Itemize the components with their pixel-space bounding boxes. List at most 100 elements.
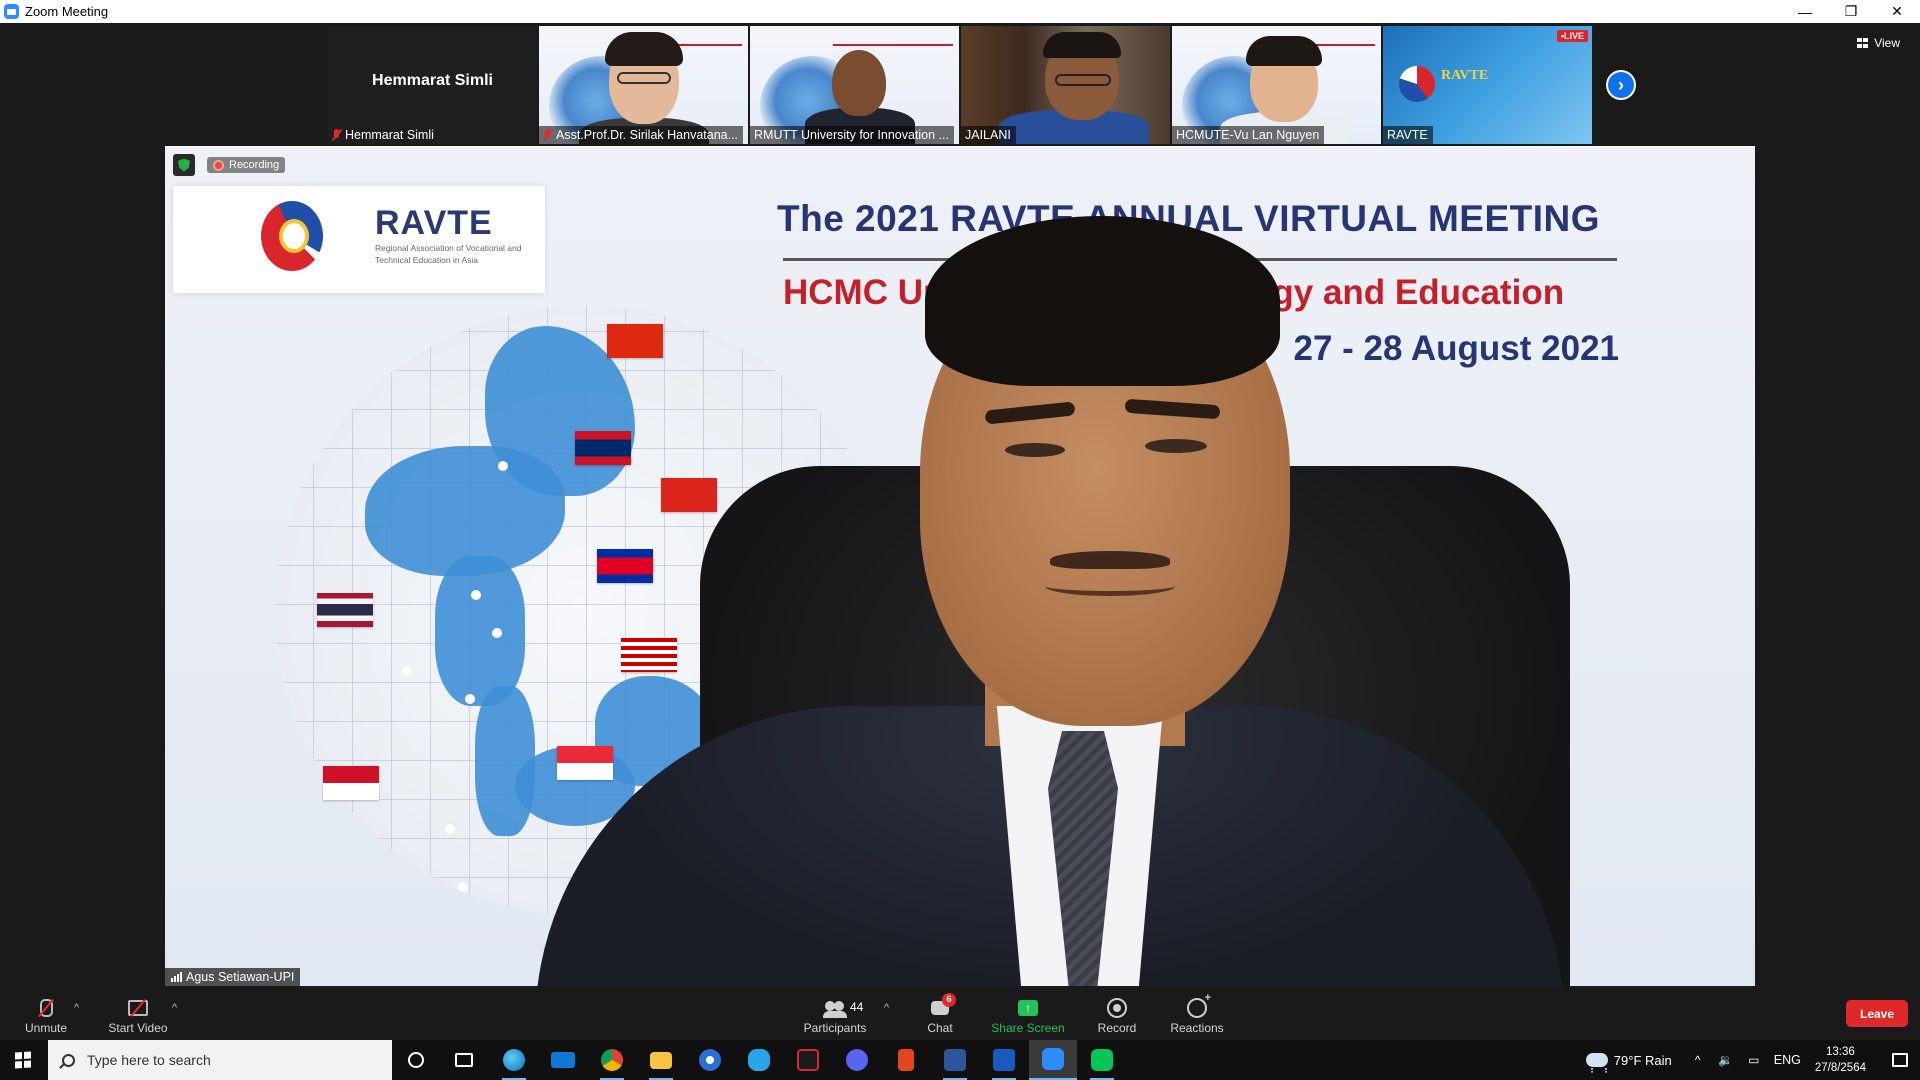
task-view-button[interactable]: [440, 1040, 488, 1080]
taskbar-app-discord[interactable]: [833, 1040, 881, 1080]
restore-button[interactable]: ❐: [1828, 0, 1874, 23]
person-hair: [605, 32, 683, 66]
taskbar-app-explorer[interactable]: [637, 1040, 685, 1080]
close-button[interactable]: ✕: [1874, 0, 1920, 23]
meeting-controls-bar: Unmute ^ Start Video ^ 44 Participants ^…: [0, 990, 1920, 1042]
window-controls: — ❐ ✕: [1782, 0, 1920, 23]
language-indicator[interactable]: ENG: [1774, 1053, 1801, 1067]
view-label: View: [1874, 36, 1900, 50]
participant-center-name: Hemmarat Simli: [372, 72, 493, 89]
banner-graphic: [833, 30, 953, 46]
speaker-moustache: [1050, 551, 1170, 569]
active-speaker-video[interactable]: RAVTE Regional Association of Vocational…: [165, 146, 1755, 986]
volume-icon[interactable]: 🔉: [1718, 1053, 1734, 1067]
taskbar-app-connect[interactable]: [686, 1040, 734, 1080]
game-icon: [797, 1049, 819, 1071]
speaker-name: Agus Setiawan-UPI: [186, 970, 295, 984]
flag-vietnam: [661, 478, 717, 512]
encryption-shield-icon[interactable]: [173, 154, 195, 176]
edge-icon: [503, 1049, 525, 1071]
participant-tile[interactable]: Hemmarat Simli Hemmarat Simli: [328, 26, 537, 144]
chat-label: Chat: [927, 1020, 953, 1035]
taskbar-search[interactable]: Type here to search: [48, 1040, 392, 1080]
share-screen-button[interactable]: Share Screen: [990, 990, 1066, 1042]
flag-laos: [575, 431, 631, 465]
clock-date: 27/8/2564: [1814, 1062, 1866, 1074]
window-title: Zoom Meeting: [25, 4, 109, 19]
participant-label: HCMUTE-Vu Lan Nguyen: [1172, 126, 1325, 144]
meeting-area: Hemmarat Simli Hemmarat Simli Asst.Prof.…: [0, 23, 1920, 990]
unmute-label: Unmute: [24, 1020, 68, 1035]
start-button[interactable]: [0, 1040, 46, 1080]
participant-tile[interactable]: HCMUTE-Vu Lan Nguyen: [1172, 26, 1381, 144]
participant-tile[interactable]: •LIVE RAVTE RAVTE: [1383, 26, 1592, 144]
ravte-logo-icon: [1399, 66, 1435, 102]
participant-label: RAVTE: [1383, 126, 1433, 144]
recording-indicator[interactable]: Recording: [207, 157, 286, 173]
tray-overflow-caret[interactable]: ^: [1690, 1053, 1706, 1067]
chrome-icon: [601, 1049, 623, 1071]
participants-count: 44: [850, 999, 864, 1014]
participant-tile[interactable]: Asst.Prof.Dr. Sirilak Hanvatana...: [539, 26, 748, 144]
task-view-icon: [455, 1053, 473, 1067]
chat-button[interactable]: 6 Chat: [920, 990, 960, 1042]
taskbar-app-edge[interactable]: [490, 1040, 538, 1080]
record-button[interactable]: Record: [1094, 990, 1140, 1042]
participant-label: JAILANI: [961, 126, 1016, 144]
taskbar-app-zoom[interactable]: [1029, 1040, 1077, 1080]
taskbar-clock[interactable]: 13:36 27/8/2564: [1815, 1044, 1866, 1076]
audio-options-caret[interactable]: ^: [74, 1002, 79, 1014]
folder-icon: [650, 1051, 672, 1069]
video-options-caret[interactable]: ^: [172, 1002, 177, 1014]
weather-rain-icon[interactable]: [1585, 1053, 1608, 1073]
video-off-icon: [126, 998, 150, 1018]
taskbar-app-word-2[interactable]: [980, 1040, 1028, 1080]
windows-logo-icon: [15, 1051, 31, 1069]
chat-bubble-icon: [748, 1049, 770, 1071]
start-video-label: Start Video: [108, 1020, 168, 1035]
zoom-app-icon: [4, 4, 19, 19]
glasses-graphic: [617, 72, 671, 84]
participants-button[interactable]: 44 Participants: [800, 990, 870, 1042]
chat-icon: 6: [928, 992, 956, 1018]
windows-taskbar: Type here to search 79°F Rain ^ 🔉 ▭ ENG …: [0, 1040, 1920, 1080]
taskbar-app-line[interactable]: [1078, 1040, 1126, 1080]
participants-icon: 44: [823, 998, 863, 1018]
flag-malaysia: [621, 638, 677, 672]
view-button[interactable]: View: [1851, 33, 1906, 53]
leave-button[interactable]: Leave: [1846, 1000, 1908, 1027]
taskbar-app-game[interactable]: [784, 1040, 832, 1080]
flag-indonesia: [323, 766, 379, 800]
notification-center-button[interactable]: [1880, 1040, 1920, 1080]
start-video-button[interactable]: Start Video: [104, 990, 172, 1042]
network-icon[interactable]: ▭: [1746, 1053, 1762, 1067]
minimize-button[interactable]: —: [1782, 0, 1828, 23]
share-screen-icon: [1016, 998, 1040, 1018]
speaker-hair: [925, 216, 1280, 386]
slide-logo-subtitle: Regional Association of Vocational and T…: [375, 243, 522, 265]
taskbar-app-mail[interactable]: [539, 1040, 587, 1080]
taskbar-app-office[interactable]: [882, 1040, 930, 1080]
mic-muted-icon: [543, 129, 552, 141]
recording-label: Recording: [229, 159, 280, 171]
discord-icon: [846, 1049, 868, 1071]
taskbar-app-skype[interactable]: [735, 1040, 783, 1080]
reactions-label: Reactions: [1170, 1020, 1224, 1035]
mail-icon: [551, 1052, 575, 1068]
weather-text[interactable]: 79°F Rain: [1614, 1053, 1672, 1068]
participant-tile[interactable]: JAILANI: [961, 26, 1170, 144]
chat-unread-badge: 6: [942, 992, 956, 1007]
person-hair: [1043, 32, 1121, 58]
strip-next-button[interactable]: ›: [1606, 70, 1636, 100]
speaker-eye: [1145, 439, 1207, 453]
person-face: [832, 50, 886, 116]
office-icon: [898, 1049, 914, 1071]
taskbar-app-word[interactable]: [931, 1040, 979, 1080]
participants-options-caret[interactable]: ^: [884, 1002, 889, 1014]
cortana-button[interactable]: [392, 1040, 440, 1080]
app-connect-icon: [699, 1049, 721, 1071]
taskbar-app-chrome[interactable]: [588, 1040, 636, 1080]
reactions-button[interactable]: Reactions: [1168, 990, 1226, 1042]
participant-tile[interactable]: RMUTT University for Innovation ...: [750, 26, 959, 144]
unmute-button[interactable]: Unmute: [20, 990, 72, 1042]
